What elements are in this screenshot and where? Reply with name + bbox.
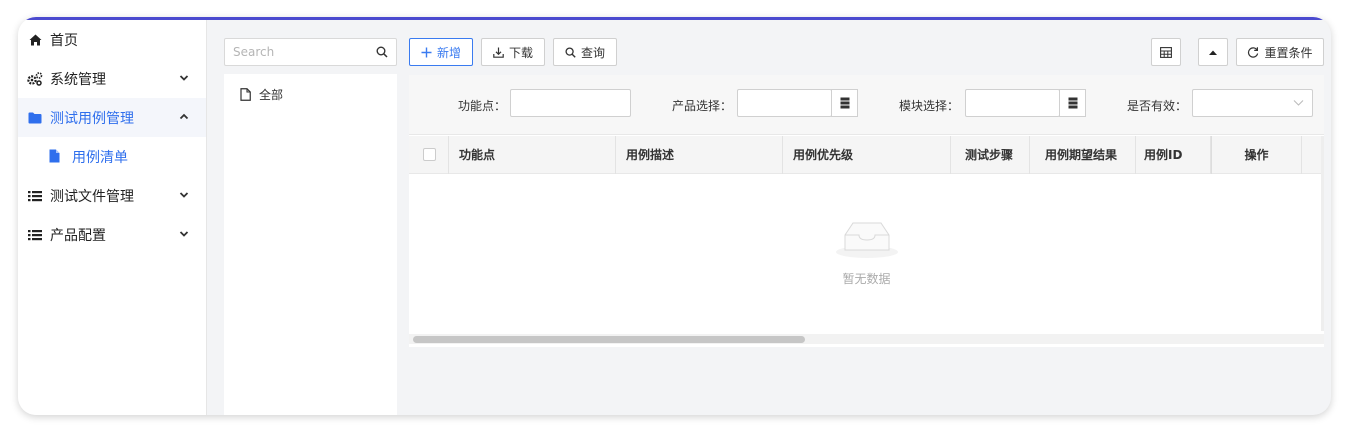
product-filter-input[interactable] bbox=[737, 89, 832, 117]
home-icon bbox=[27, 32, 43, 48]
tree-search-box bbox=[224, 38, 397, 66]
tree-panel: 全部 bbox=[224, 74, 397, 415]
add-button-label: 新增 bbox=[436, 45, 461, 60]
module-filter-input[interactable] bbox=[965, 89, 1060, 117]
column-header[interactable]: 测试步骤 bbox=[951, 136, 1030, 174]
sidebar-item-testfile[interactable]: 测试文件管理 bbox=[18, 176, 206, 215]
chevron-down-icon bbox=[179, 75, 189, 81]
select-all-cell bbox=[409, 136, 449, 174]
horizontal-scrollbar[interactable] bbox=[409, 334, 1324, 344]
gears-icon bbox=[27, 71, 43, 87]
query-button-label: 查询 bbox=[580, 45, 605, 60]
search-icon bbox=[565, 46, 576, 58]
folder-icon bbox=[27, 110, 43, 126]
column-header[interactable]: 用例ID bbox=[1136, 136, 1211, 174]
product-select-button[interactable] bbox=[831, 89, 858, 117]
tree-node-label: 全部 bbox=[259, 88, 284, 102]
download-button-label: 下载 bbox=[508, 45, 533, 60]
collapse-filter-button[interactable] bbox=[1198, 38, 1228, 66]
empty-state-text: 暂无数据 bbox=[842, 272, 891, 286]
column-header[interactable]: 功能点 bbox=[449, 136, 616, 174]
caret-up-icon bbox=[1209, 50, 1217, 55]
sidebar-subitem-caselist[interactable]: 用例清单 bbox=[18, 137, 206, 176]
valid-filter-select[interactable] bbox=[1192, 89, 1313, 117]
sidebar-item-label: 测试文件管理 bbox=[50, 188, 134, 205]
table-header: 功能点 用例描述 用例优先级 测试步骤 用例期望结果 用例ID 操作 bbox=[409, 136, 1324, 174]
scrollbar-thumb[interactable] bbox=[413, 336, 805, 343]
add-button[interactable]: 新增 bbox=[409, 38, 473, 66]
sidebar-item-label: 测试用例管理 bbox=[50, 110, 134, 127]
download-icon bbox=[493, 47, 504, 58]
sidebar-item-product[interactable]: 产品配置 bbox=[18, 215, 206, 254]
refresh-icon bbox=[1247, 46, 1259, 58]
column-header-actions: 操作 bbox=[1211, 136, 1302, 174]
reset-button-label: 重置条件 bbox=[1264, 45, 1313, 60]
file-icon bbox=[49, 149, 63, 165]
table-right-border bbox=[1321, 136, 1324, 331]
module-select-button[interactable] bbox=[1059, 89, 1086, 117]
list-icon bbox=[27, 188, 43, 204]
sidebar-item-label: 系统管理 bbox=[50, 71, 106, 88]
sidebar-item-home[interactable]: 首页 bbox=[18, 20, 206, 59]
app-window: 首页 系统管理 测试用例管理 用例清单 测试文件管理 产品配置 Search 全… bbox=[18, 17, 1331, 415]
database-icon bbox=[1068, 97, 1077, 109]
sidebar-item-label: 首页 bbox=[50, 32, 78, 49]
valid-filter-label: 是否有效： bbox=[1127, 99, 1188, 113]
empty-state: 暂无数据 bbox=[409, 175, 1324, 330]
chevron-down-icon bbox=[179, 192, 189, 198]
chevron-down-icon bbox=[1293, 100, 1304, 106]
sidebar-item-label: 产品配置 bbox=[50, 227, 106, 244]
search-icon[interactable] bbox=[376, 46, 388, 58]
select-all-checkbox[interactable] bbox=[423, 148, 436, 161]
column-settings-button[interactable] bbox=[1151, 38, 1181, 66]
download-button[interactable]: 下载 bbox=[481, 38, 545, 66]
plus-icon bbox=[421, 47, 432, 58]
database-icon bbox=[840, 97, 849, 109]
file-outline-icon bbox=[240, 88, 251, 101]
sidebar-item-testcase[interactable]: 测试用例管理 bbox=[18, 98, 206, 137]
list-icon bbox=[27, 227, 43, 243]
module-filter-label: 模块选择： bbox=[899, 99, 960, 113]
tree-node-all[interactable]: 全部 bbox=[240, 86, 283, 103]
sidebar-item-system[interactable]: 系统管理 bbox=[18, 59, 206, 98]
empty-inbox-icon bbox=[836, 222, 898, 258]
feature-filter-input[interactable] bbox=[510, 89, 631, 117]
top-accent-bar bbox=[18, 17, 1331, 20]
chevron-down-icon bbox=[179, 231, 189, 237]
column-header[interactable]: 用例期望结果 bbox=[1030, 136, 1136, 174]
chevron-up-icon bbox=[179, 113, 189, 120]
tree-search-input[interactable] bbox=[225, 39, 365, 65]
sidebar: 首页 系统管理 测试用例管理 用例清单 测试文件管理 产品配置 bbox=[18, 20, 207, 415]
main-content: 功能点： 产品选择： 模块选择： 是否有效： 功能点 用例描述 用例优先级 测试… bbox=[409, 75, 1324, 347]
table-grid-icon bbox=[1160, 46, 1172, 58]
filter-bar: 功能点： 产品选择： 模块选择： 是否有效： bbox=[409, 75, 1324, 135]
product-filter-label: 产品选择： bbox=[672, 99, 733, 113]
query-button[interactable]: 查询 bbox=[553, 38, 617, 66]
sidebar-subitem-label: 用例清单 bbox=[72, 149, 128, 166]
feature-filter-label: 功能点： bbox=[458, 99, 507, 113]
column-header[interactable]: 用例描述 bbox=[616, 136, 783, 174]
reset-button[interactable]: 重置条件 bbox=[1236, 38, 1324, 66]
column-header[interactable]: 用例优先级 bbox=[783, 136, 951, 174]
